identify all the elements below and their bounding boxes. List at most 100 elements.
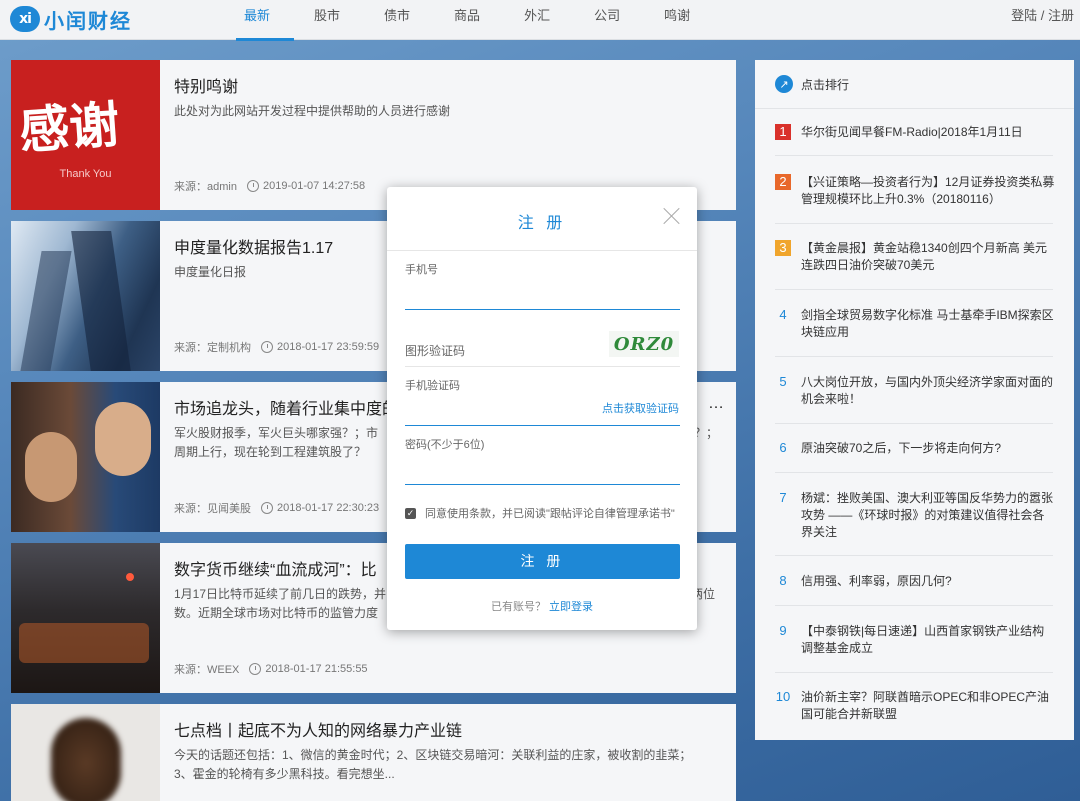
- article-summary: 今天的话题还包括：1、微信的黄金时代；2、区块链交易暗河：关联利益的庄家，被收割…: [174, 746, 724, 784]
- article-title[interactable]: 特别鸣谢: [174, 73, 238, 97]
- ranking-title[interactable]: 原油突破70之后，下一步将走向何方?: [801, 440, 1055, 457]
- rank-number: 3: [775, 240, 791, 256]
- login-prompt-text: 已有账号？: [490, 601, 546, 613]
- article-source: 来源：admin: [174, 181, 237, 193]
- ranking-item[interactable]: 4 剑指全球贸易数字化标准 马士基牵手IBM探索区块链应用: [775, 307, 1055, 357]
- article-title[interactable]: 数字货币继续“血流成河”：比: [174, 556, 377, 580]
- article-thumbnail[interactable]: [11, 221, 160, 371]
- article-thumbnail[interactable]: [11, 704, 160, 801]
- article-thumbnail[interactable]: [11, 543, 160, 693]
- summary-line: 数。近期全球市场对比特币的监管力度: [174, 606, 379, 620]
- summary-line: 周期上行，现在轮到工程建筑股了？: [174, 445, 367, 459]
- top-nav-bar: xi 小闰财经 最新 股市 债市 商品 外汇 公司 鸣谢 登陆 / 注册: [0, 0, 1080, 41]
- article-time: 2018-01-17 23:59:59: [277, 341, 380, 353]
- rank-number: 5: [779, 374, 787, 389]
- traffic-light-shape: [126, 573, 134, 581]
- modal-title: 注 册: [517, 215, 567, 232]
- ranking-item[interactable]: 8 信用强、利率弱，原因几何?: [775, 573, 1053, 606]
- ranking-item[interactable]: 3 【黄金晨报】黄金站稳1340创四个月新高 美元连跌四日油价突破70美元: [775, 240, 1053, 290]
- nav-stocks[interactable]: 股市: [314, 0, 340, 40]
- ranking-title[interactable]: 【中泰钢铁|每日速递】山西首家钢铁产业结构调整基金成立: [801, 623, 1055, 657]
- rank-number: 6: [779, 440, 787, 455]
- rank-number: 2: [775, 174, 791, 190]
- nav-thanks[interactable]: 鸣谢: [664, 0, 690, 40]
- phone-field[interactable]: 手机号: [405, 261, 680, 310]
- ranking-item[interactable]: 7 杨斌：挫败美国、澳大利亚等国反华势力的嚣张攻势 ——《环球时报》的对策建议值…: [775, 490, 1053, 556]
- summary-line: 3、霍金的轮椅有多少黑科技。看完想坐...: [174, 767, 395, 781]
- article-title[interactable]: 七点档丨起底不为人知的网络暴力产业链: [174, 717, 462, 741]
- article-thumbnail[interactable]: 感谢 Thank You: [11, 60, 160, 210]
- ranking-item[interactable]: 1 华尔街见闻早餐FM-Radio|2018年1月11日: [775, 124, 1053, 156]
- rank-number: 4: [779, 307, 787, 322]
- site-logo[interactable]: xi 小闰财经: [10, 4, 132, 34]
- sidebar-header: ↗ 点击排行: [755, 60, 1074, 109]
- get-sms-code-link[interactable]: 点击获取验证码: [602, 400, 679, 416]
- article-meta: 来源：定制机构 2018-01-17 23:59:59: [174, 339, 379, 355]
- clock-icon: [249, 663, 262, 675]
- register-button[interactable]: 注 册: [405, 544, 680, 579]
- ranking-title[interactable]: 杨斌：挫败美国、澳大利亚等国反华势力的嚣张攻势 ——《环球时报》的对策建议值得社…: [801, 490, 1055, 541]
- clock-icon: [261, 341, 273, 353]
- nav-bonds[interactable]: 债市: [384, 0, 410, 40]
- sidebar-title: 点击排行: [801, 77, 850, 92]
- phone-input[interactable]: [405, 283, 680, 307]
- ranking-title[interactable]: 【黄金晨报】黄金站稳1340创四个月新高 美元连跌四日油价突破70美元: [801, 240, 1055, 274]
- article-summary-tail: ？；: [694, 426, 719, 440]
- ranking-item[interactable]: 2 【兴证策略—投资者行为】12月证券投资类私募管理规模环比上升0.3%（201…: [775, 174, 1055, 224]
- article-title[interactable]: 市场追龙头，随着行业集中度的: [174, 395, 398, 419]
- article-time: 2019-01-07 14:27:58: [262, 180, 366, 192]
- login-now-link[interactable]: 立即登录: [549, 601, 593, 613]
- main-nav: 最新 股市 债市 商品 外汇 公司 鸣谢: [244, 0, 734, 40]
- thumbnail-subcaption: Thank You: [59, 168, 112, 180]
- password-input[interactable]: [405, 458, 680, 482]
- login-prompt: 已有账号？ 立即登录: [387, 598, 697, 614]
- article-meta: 来源：admin 2019-01-07 14:27:58: [174, 178, 365, 194]
- password-label: 密码(不少于6位): [405, 439, 485, 451]
- article-title-tail: …: [708, 395, 724, 412]
- nav-companies[interactable]: 公司: [594, 0, 620, 40]
- clock-icon: [261, 502, 273, 514]
- rank-number: 9: [779, 623, 787, 638]
- ranking-title[interactable]: 【兴证策略—投资者行为】12月证券投资类私募管理规模环比上升0.3%（20180…: [801, 174, 1055, 208]
- close-icon[interactable]: [663, 207, 681, 225]
- ranking-title[interactable]: 剑指全球贸易数字化标准 马士基牵手IBM探索区块链应用: [801, 307, 1055, 341]
- summary-line: 军火股财报季，军火巨头哪家强？；市: [174, 426, 379, 440]
- trending-icon: ↗: [775, 75, 793, 93]
- summary-line: 今天的话题还包括：1、微信的黄金时代；2、区块链交易暗河：关联利益的庄家，被收割…: [174, 748, 692, 762]
- ranking-title[interactable]: 油价新主宰？阿联酋暗示OPEC和非OPEC产油国可能合并新联盟: [801, 689, 1055, 723]
- ranking-title[interactable]: 华尔街见闻早餐FM-Radio|2018年1月11日: [801, 124, 1055, 141]
- clock-icon: [246, 180, 259, 192]
- thumbnail-caption: 感谢: [17, 94, 122, 161]
- nav-forex[interactable]: 外汇: [524, 0, 550, 40]
- ranking-title[interactable]: 八大岗位开放，与国内外顶尖经济学家面对面的机会来啦！: [801, 374, 1055, 408]
- ranking-item[interactable]: 10 油价新主宰？阿联酋暗示OPEC和非OPEC产油国可能合并新联盟: [775, 689, 1053, 729]
- blurred-face-shape: [51, 718, 121, 801]
- ranking-item[interactable]: 6 原油突破70之后，下一步将走向何方?: [775, 440, 1053, 473]
- rank-number: 7: [779, 490, 787, 505]
- login-register-link[interactable]: 登陆 / 注册: [1011, 0, 1074, 32]
- nav-latest[interactable]: 最新: [244, 0, 270, 40]
- sms-code-label: 手机验证码: [405, 380, 460, 392]
- ranking-item[interactable]: 9 【中泰钢铁|每日速递】山西首家钢铁产业结构调整基金成立: [775, 623, 1053, 673]
- agreement-row[interactable]: ✓ 同意使用条款，并已阅读"跟帖评论自律管理承诺书": [405, 505, 675, 521]
- article-thumbnail[interactable]: [11, 382, 160, 532]
- nav-commodities[interactable]: 商品: [454, 0, 480, 40]
- article-source: 来源：见闻美股: [174, 503, 251, 515]
- password-field[interactable]: 密码(不少于6位): [405, 436, 680, 485]
- phone-label: 手机号: [405, 264, 438, 276]
- agree-checkbox[interactable]: ✓: [405, 507, 416, 519]
- article-title[interactable]: 申度量化数据报告1.17: [174, 234, 333, 258]
- rank-number: 8: [779, 573, 787, 588]
- face-shape: [25, 432, 77, 502]
- article-source: 来源：定制机构: [174, 342, 251, 354]
- active-nav-indicator: [236, 38, 294, 41]
- captcha-image[interactable]: ORZ0: [609, 331, 679, 357]
- register-modal: 注 册 手机号 图形验证码 ORZ0 手机验证码 点击获取验证码 密码(不少于6…: [387, 187, 697, 630]
- article-card[interactable]: 七点档丨起底不为人知的网络暴力产业链 今天的话题还包括：1、微信的黄金时代；2、…: [11, 704, 736, 801]
- ranking-title[interactable]: 信用强、利率弱，原因几何?: [801, 573, 1055, 590]
- modal-divider: [387, 250, 697, 251]
- ranking-item[interactable]: 5 八大岗位开放，与国内外顶尖经济学家面对面的机会来啦！: [775, 374, 1053, 424]
- article-meta: 来源：见闻美股 2018-01-17 22:30:23: [174, 500, 379, 516]
- article-summary: 此处对为此网站开发过程中提供帮助的人员进行感谢: [174, 104, 451, 118]
- article-time: 2018-01-17 22:30:23: [277, 502, 380, 514]
